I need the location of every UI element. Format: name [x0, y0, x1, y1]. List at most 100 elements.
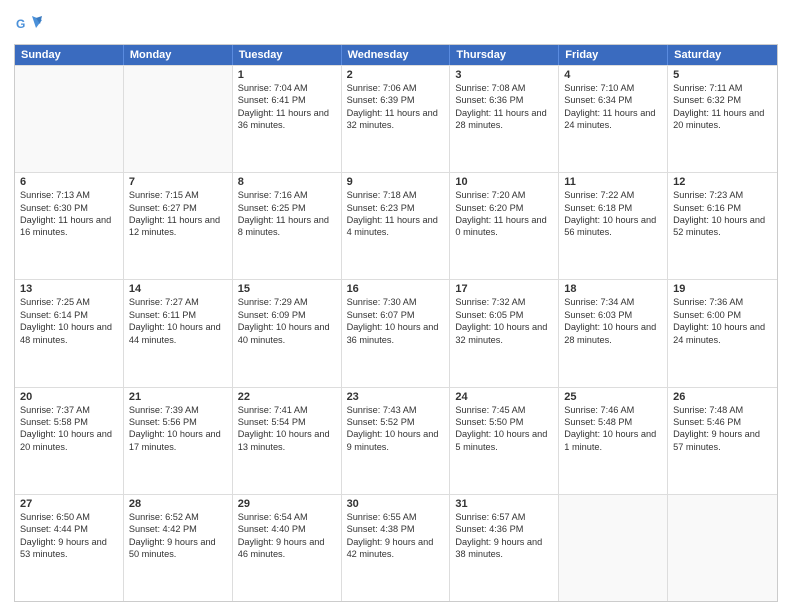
logo: G: [14, 10, 46, 38]
sunset-text: Sunset: 5:46 PM: [673, 416, 772, 428]
day-number: 31: [455, 498, 553, 510]
day-cell-25: 25Sunrise: 7:46 AMSunset: 5:48 PMDayligh…: [559, 388, 668, 494]
day-number: 12: [673, 176, 772, 188]
day-number: 14: [129, 283, 227, 295]
week-row-3: 13Sunrise: 7:25 AMSunset: 6:14 PMDayligh…: [15, 279, 777, 386]
sunset-text: Sunset: 6:05 PM: [455, 309, 553, 321]
day-cell-12: 12Sunrise: 7:23 AMSunset: 6:16 PMDayligh…: [668, 173, 777, 279]
sunset-text: Sunset: 4:40 PM: [238, 523, 336, 535]
sunset-text: Sunset: 5:50 PM: [455, 416, 553, 428]
day-cell-13: 13Sunrise: 7:25 AMSunset: 6:14 PMDayligh…: [15, 280, 124, 386]
daylight-text: Daylight: 11 hours and 12 minutes.: [129, 214, 227, 239]
day-number: 29: [238, 498, 336, 510]
weekday-header-monday: Monday: [124, 45, 233, 65]
daylight-text: Daylight: 10 hours and 48 minutes.: [20, 321, 118, 346]
week-row-4: 20Sunrise: 7:37 AMSunset: 5:58 PMDayligh…: [15, 387, 777, 494]
daylight-text: Daylight: 9 hours and 57 minutes.: [673, 428, 772, 453]
calendar-body: 1Sunrise: 7:04 AMSunset: 6:41 PMDaylight…: [15, 65, 777, 601]
empty-cell: [559, 495, 668, 601]
day-cell-6: 6Sunrise: 7:13 AMSunset: 6:30 PMDaylight…: [15, 173, 124, 279]
sunrise-text: Sunrise: 7:48 AM: [673, 404, 772, 416]
sunset-text: Sunset: 5:52 PM: [347, 416, 445, 428]
day-cell-15: 15Sunrise: 7:29 AMSunset: 6:09 PMDayligh…: [233, 280, 342, 386]
day-number: 19: [673, 283, 772, 295]
sunrise-text: Sunrise: 7:15 AM: [129, 189, 227, 201]
sunrise-text: Sunrise: 7:22 AM: [564, 189, 662, 201]
sunset-text: Sunset: 6:34 PM: [564, 94, 662, 106]
sunrise-text: Sunrise: 7:16 AM: [238, 189, 336, 201]
day-number: 26: [673, 391, 772, 403]
week-row-2: 6Sunrise: 7:13 AMSunset: 6:30 PMDaylight…: [15, 172, 777, 279]
sunrise-text: Sunrise: 7:06 AM: [347, 82, 445, 94]
empty-cell: [124, 66, 233, 172]
daylight-text: Daylight: 11 hours and 0 minutes.: [455, 214, 553, 239]
day-number: 9: [347, 176, 445, 188]
day-number: 13: [20, 283, 118, 295]
day-cell-29: 29Sunrise: 6:54 AMSunset: 4:40 PMDayligh…: [233, 495, 342, 601]
daylight-text: Daylight: 10 hours and 36 minutes.: [347, 321, 445, 346]
sunrise-text: Sunrise: 6:50 AM: [20, 511, 118, 523]
daylight-text: Daylight: 9 hours and 42 minutes.: [347, 536, 445, 561]
day-cell-9: 9Sunrise: 7:18 AMSunset: 6:23 PMDaylight…: [342, 173, 451, 279]
day-number: 11: [564, 176, 662, 188]
day-cell-24: 24Sunrise: 7:45 AMSunset: 5:50 PMDayligh…: [450, 388, 559, 494]
sunset-text: Sunset: 4:38 PM: [347, 523, 445, 535]
day-number: 8: [238, 176, 336, 188]
daylight-text: Daylight: 10 hours and 44 minutes.: [129, 321, 227, 346]
logo-icon: G: [14, 10, 42, 38]
sunset-text: Sunset: 5:48 PM: [564, 416, 662, 428]
sunrise-text: Sunrise: 7:37 AM: [20, 404, 118, 416]
day-number: 17: [455, 283, 553, 295]
sunrise-text: Sunrise: 7:39 AM: [129, 404, 227, 416]
sunset-text: Sunset: 6:27 PM: [129, 202, 227, 214]
sunrise-text: Sunrise: 6:55 AM: [347, 511, 445, 523]
day-cell-31: 31Sunrise: 6:57 AMSunset: 4:36 PMDayligh…: [450, 495, 559, 601]
day-cell-23: 23Sunrise: 7:43 AMSunset: 5:52 PMDayligh…: [342, 388, 451, 494]
daylight-text: Daylight: 10 hours and 24 minutes.: [673, 321, 772, 346]
sunrise-text: Sunrise: 7:13 AM: [20, 189, 118, 201]
sunset-text: Sunset: 4:44 PM: [20, 523, 118, 535]
day-number: 27: [20, 498, 118, 510]
week-row-1: 1Sunrise: 7:04 AMSunset: 6:41 PMDaylight…: [15, 65, 777, 172]
day-number: 4: [564, 69, 662, 81]
day-number: 22: [238, 391, 336, 403]
day-number: 24: [455, 391, 553, 403]
header: G: [14, 10, 778, 38]
daylight-text: Daylight: 10 hours and 5 minutes.: [455, 428, 553, 453]
daylight-text: Daylight: 10 hours and 40 minutes.: [238, 321, 336, 346]
daylight-text: Daylight: 10 hours and 17 minutes.: [129, 428, 227, 453]
sunrise-text: Sunrise: 7:34 AM: [564, 296, 662, 308]
day-cell-30: 30Sunrise: 6:55 AMSunset: 4:38 PMDayligh…: [342, 495, 451, 601]
daylight-text: Daylight: 10 hours and 28 minutes.: [564, 321, 662, 346]
sunrise-text: Sunrise: 7:08 AM: [455, 82, 553, 94]
sunset-text: Sunset: 6:14 PM: [20, 309, 118, 321]
day-number: 21: [129, 391, 227, 403]
sunrise-text: Sunrise: 7:25 AM: [20, 296, 118, 308]
day-number: 2: [347, 69, 445, 81]
day-cell-8: 8Sunrise: 7:16 AMSunset: 6:25 PMDaylight…: [233, 173, 342, 279]
weekday-header-saturday: Saturday: [668, 45, 777, 65]
sunset-text: Sunset: 6:18 PM: [564, 202, 662, 214]
day-cell-28: 28Sunrise: 6:52 AMSunset: 4:42 PMDayligh…: [124, 495, 233, 601]
day-cell-3: 3Sunrise: 7:08 AMSunset: 6:36 PMDaylight…: [450, 66, 559, 172]
sunrise-text: Sunrise: 7:20 AM: [455, 189, 553, 201]
sunrise-text: Sunrise: 7:45 AM: [455, 404, 553, 416]
sunset-text: Sunset: 5:58 PM: [20, 416, 118, 428]
empty-cell: [668, 495, 777, 601]
day-number: 10: [455, 176, 553, 188]
sunrise-text: Sunrise: 7:04 AM: [238, 82, 336, 94]
day-number: 16: [347, 283, 445, 295]
sunrise-text: Sunrise: 6:54 AM: [238, 511, 336, 523]
day-cell-2: 2Sunrise: 7:06 AMSunset: 6:39 PMDaylight…: [342, 66, 451, 172]
sunset-text: Sunset: 6:30 PM: [20, 202, 118, 214]
daylight-text: Daylight: 11 hours and 16 minutes.: [20, 214, 118, 239]
day-number: 30: [347, 498, 445, 510]
daylight-text: Daylight: 9 hours and 53 minutes.: [20, 536, 118, 561]
sunrise-text: Sunrise: 7:32 AM: [455, 296, 553, 308]
day-number: 28: [129, 498, 227, 510]
day-number: 6: [20, 176, 118, 188]
sunrise-text: Sunrise: 7:27 AM: [129, 296, 227, 308]
sunset-text: Sunset: 4:42 PM: [129, 523, 227, 535]
weekday-header-wednesday: Wednesday: [342, 45, 451, 65]
svg-text:G: G: [16, 17, 25, 31]
